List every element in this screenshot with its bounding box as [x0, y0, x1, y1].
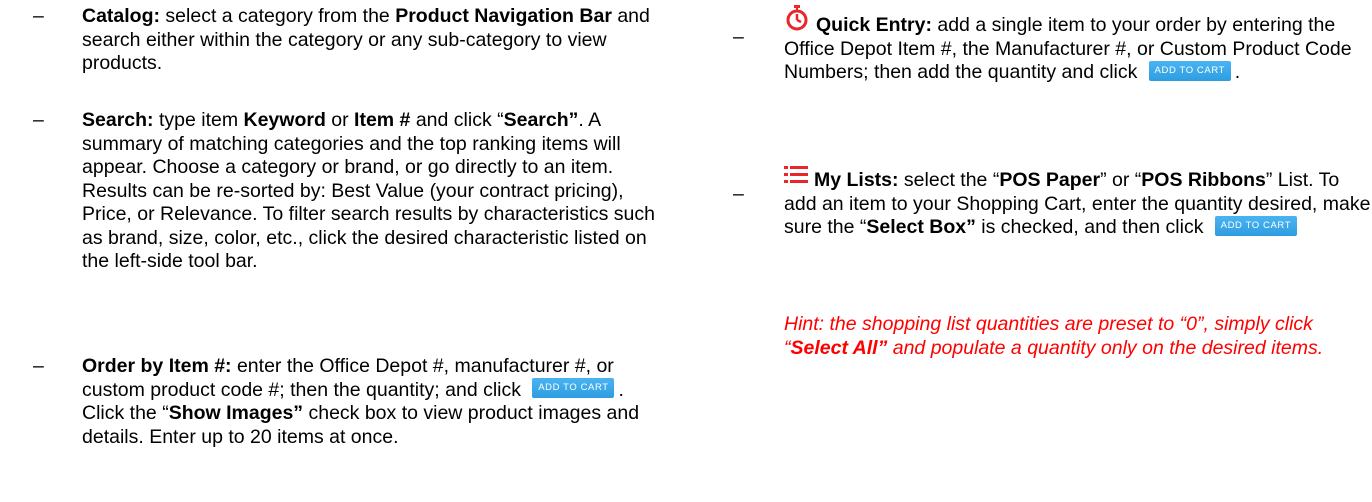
my-lists-bold-3: Select Box”: [866, 216, 976, 238]
search-text-4: . A summary of matching categories and t…: [82, 109, 655, 272]
my-lists-bold-1: POS Paper: [999, 169, 1101, 191]
order-bold-1: Show Images”: [168, 402, 304, 424]
add-to-cart-button[interactable]: ADD TO CART: [1148, 60, 1231, 81]
search-text-3: and click “: [410, 109, 504, 131]
my-lists-text-4: is checked, and then click: [975, 216, 1209, 238]
stopwatch-svg: [786, 5, 808, 31]
search-bold-2: Item #: [354, 109, 411, 131]
my-lists-text: My Lists: select the “POS Paper” or “POS…: [784, 164, 1372, 240]
add-to-cart-button[interactable]: ADD TO CART: [532, 378, 615, 399]
hint-bold-1: Select All”: [790, 336, 888, 359]
my-lists-title: My Lists:: [814, 169, 899, 191]
search-bold-3: Search”: [503, 109, 579, 131]
dash: –: [33, 355, 44, 377]
dash: –: [733, 183, 744, 205]
quick-entry-text: Quick Entry: add a single item to your o…: [784, 5, 1372, 85]
order-title: Order by Item #:: [82, 355, 232, 377]
quick-entry-text-2: .: [1234, 61, 1241, 83]
catalog-title: Catalog:: [82, 5, 160, 27]
catalog-bold-1: Product Navigation Bar: [395, 5, 612, 27]
dash: –: [733, 26, 744, 48]
quick-entry-title: Quick Entry:: [816, 14, 932, 36]
search-title: Search:: [82, 109, 154, 131]
hint-text-2: and populate a quantity only on the desi…: [887, 336, 1324, 359]
my-lists-text-2: ” or “: [1100, 169, 1142, 191]
catalog-text-1: select a category from the: [160, 5, 396, 27]
hint-text: Hint: the shopping list quantities are p…: [784, 313, 1372, 360]
my-lists-text-1: select the “: [898, 169, 1000, 191]
my-lists-bold-2: POS Ribbons: [1141, 169, 1266, 191]
stopwatch-icon: [784, 5, 810, 38]
order-text: Order by Item #: enter the Office Depot …: [82, 355, 662, 449]
search-text: Search: type item Keyword or Item # and …: [82, 109, 662, 274]
add-to-cart-button[interactable]: ADD TO CART: [1214, 215, 1297, 236]
list-icon: [784, 164, 808, 193]
list-svg: [784, 166, 808, 183]
search-text-1: type item: [153, 109, 244, 131]
dash: –: [33, 5, 44, 27]
catalog-text: Catalog: select a category from the Prod…: [82, 5, 662, 76]
search-bold-1: Keyword: [243, 109, 326, 131]
search-text-2: or: [325, 109, 355, 131]
dash: –: [33, 109, 44, 131]
